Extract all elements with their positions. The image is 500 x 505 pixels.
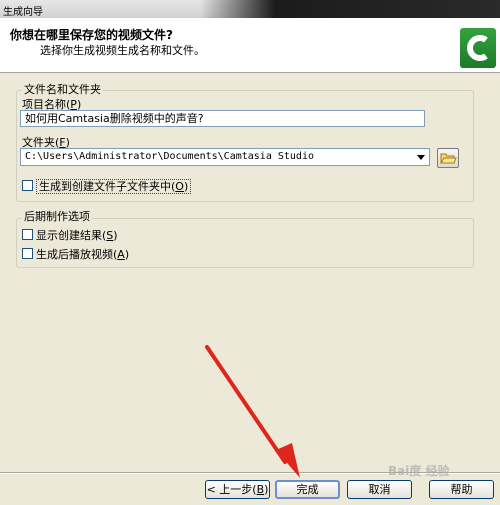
folder-open-icon: [440, 153, 457, 164]
play-after-checkbox[interactable]: [22, 248, 33, 259]
help-button[interactable]: 帮助: [429, 480, 494, 499]
header-subtitle: 选择你生成视频生成名称和文件。: [40, 44, 205, 57]
file-folder-legend: 文件名和文件夹: [22, 81, 103, 97]
post-production-legend: 后期制作选项: [22, 208, 92, 224]
watermark: Bai度 经验: [388, 464, 450, 478]
title-bar: 生成向导: [0, 0, 500, 19]
wizard-header: 你想在哪里保存您的视频文件? 选择你生成视频生成名称和文件。: [0, 18, 500, 73]
play-after-label: 生成后播放视频(A): [36, 248, 130, 261]
project-name-input[interactable]: 如何用Camtasia删除视频中的声音?: [20, 110, 425, 127]
folder-path-value: C:\Users\Administrator\Documents\Camtasi…: [25, 151, 314, 162]
folder-select[interactable]: C:\Users\Administrator\Documents\Camtasi…: [20, 148, 430, 166]
chevron-down-icon[interactable]: [415, 151, 427, 163]
camtasia-logo-icon: [460, 28, 496, 68]
cancel-button[interactable]: 取消: [347, 480, 412, 499]
back-button[interactable]: < 上一步(B): [205, 480, 270, 499]
finish-button[interactable]: 完成: [275, 480, 340, 499]
show-results-label: 显示创建结果(S): [36, 229, 118, 242]
header-title: 你想在哪里保存您的视频文件?: [10, 28, 173, 42]
subfolder-checkbox[interactable]: [22, 180, 33, 191]
subfolder-label: 生成到创建文件子文件夹中(O): [36, 178, 192, 194]
title-bar-background: [200, 0, 500, 18]
browse-folder-button[interactable]: [437, 148, 459, 168]
show-results-checkbox[interactable]: [22, 229, 33, 240]
window-title: 生成向导: [3, 7, 43, 18]
